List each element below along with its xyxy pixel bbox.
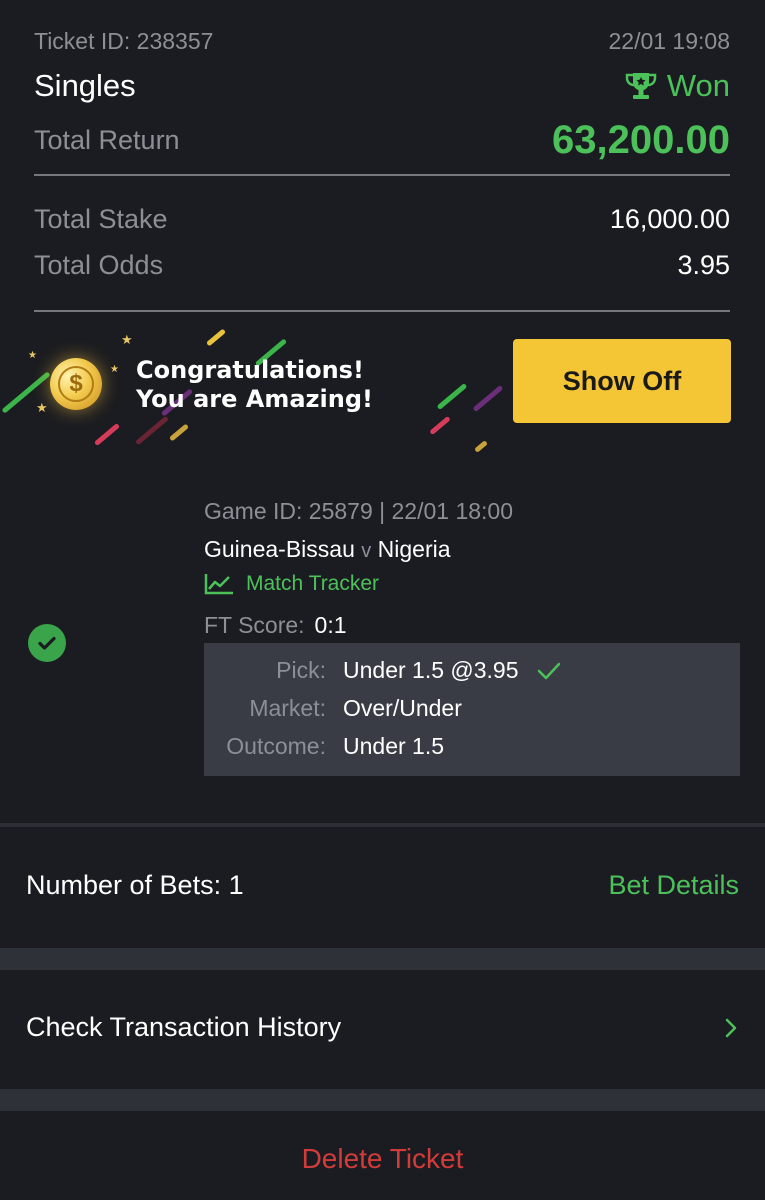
total-odds-row: Total Odds 3.95 [34, 250, 730, 281]
market-value: Over/Under [343, 695, 462, 721]
star-icon: ★ [110, 364, 119, 375]
transaction-history-row[interactable]: Check Transaction History [26, 1012, 739, 1043]
home-team: Guinea-Bissau [204, 536, 355, 562]
section-separator [0, 948, 765, 970]
ft-score: FT Score: 0:1 [204, 612, 347, 639]
confetti-streak [205, 328, 227, 347]
pick-details: Pick: Under 1.5 @3.95 Market: Over/Under… [204, 643, 740, 776]
ticket-datetime: 22/01 19:08 [608, 28, 730, 54]
confetti-streak [436, 383, 468, 410]
versus-label: v [361, 540, 372, 562]
pick-row: Pick: Under 1.5 @3.95 [204, 657, 740, 684]
divider [34, 174, 730, 176]
congrats-banner: ★ ★ ★ ★ $ Congratulations! You are Amazi… [0, 320, 765, 460]
ft-score-label: FT Score: [204, 612, 305, 638]
outcome-value: Under 1.5 [343, 733, 445, 759]
check-icon [537, 662, 560, 679]
ticket-meta-row: Ticket ID: 238357 22/01 19:08 [34, 28, 730, 55]
total-stake-row: Total Stake 16,000.00 [34, 204, 730, 235]
bets-count: Number of Bets: 1 [26, 870, 244, 900]
game-info: Game ID: 25879 | 22/01 18:00 [204, 498, 514, 524]
pick-label: Pick: [276, 657, 326, 683]
total-odds-label: Total Odds [34, 250, 164, 280]
confetti-streak [429, 415, 451, 436]
ft-score-value: 0:1 [314, 612, 347, 638]
total-return-row: Total Return 63,200.00 [34, 118, 730, 163]
confetti-streak [135, 415, 169, 446]
away-team: Nigeria [377, 536, 451, 562]
show-off-button[interactable]: Show Off [513, 339, 731, 423]
ticket-id: Ticket ID: 238357 [34, 28, 214, 54]
pick-value-wrap: Under 1.5 @3.95 [343, 657, 561, 684]
star-icon: ★ [36, 400, 48, 415]
congrats-text: Congratulations! You are Amazing! [136, 356, 373, 414]
total-odds-value: 3.95 [677, 250, 730, 280]
total-stake-label: Total Stake [34, 204, 168, 234]
confetti-streak [474, 440, 488, 453]
total-stake-value: 16,000.00 [609, 204, 730, 234]
status-label: Won [666, 68, 730, 103]
status-badge: Won [625, 68, 730, 104]
ticket-type: Singles [34, 68, 136, 103]
outcome-label: Outcome: [226, 733, 326, 759]
market-label: Market: [249, 695, 326, 721]
check-icon [38, 636, 56, 650]
trophy-icon [625, 73, 657, 99]
delete-ticket-button[interactable]: Delete Ticket [0, 1143, 765, 1175]
congrats-line-2: You are Amazing! [136, 385, 373, 413]
market-row: Market: Over/Under [204, 695, 740, 722]
total-return-label: Total Return [34, 125, 180, 155]
star-icon: ★ [28, 350, 37, 361]
pick-value: Under 1.5 @3.95 [343, 657, 519, 683]
match-tracker-label: Match Tracker [246, 572, 380, 595]
confetti-streak [472, 385, 504, 412]
outcome-row: Outcome: Under 1.5 [204, 733, 740, 760]
chart-line-icon [204, 574, 233, 595]
star-icon: ★ [121, 332, 133, 347]
divider [0, 823, 765, 827]
confetti-streak [93, 422, 121, 447]
divider [34, 310, 730, 312]
chevron-right-icon [725, 1018, 737, 1037]
transaction-history-label: Check Transaction History [26, 1012, 342, 1042]
match-tracker-link[interactable]: Match Tracker [204, 572, 379, 596]
confetti-streak [168, 423, 190, 442]
total-return-value: 63,200.00 [552, 118, 730, 162]
congrats-line-1: Congratulations! [136, 356, 364, 384]
match-teams: Guinea-Bissau v Nigeria [204, 536, 451, 563]
ticket-type-row: Singles Won [34, 68, 730, 104]
bet-details-link[interactable]: Bet Details [608, 870, 739, 901]
section-separator [0, 1089, 765, 1111]
coin-icon: $ [50, 358, 102, 410]
bets-summary-row: Number of Bets: 1 Bet Details [26, 870, 739, 901]
check-circle-icon [28, 624, 66, 662]
